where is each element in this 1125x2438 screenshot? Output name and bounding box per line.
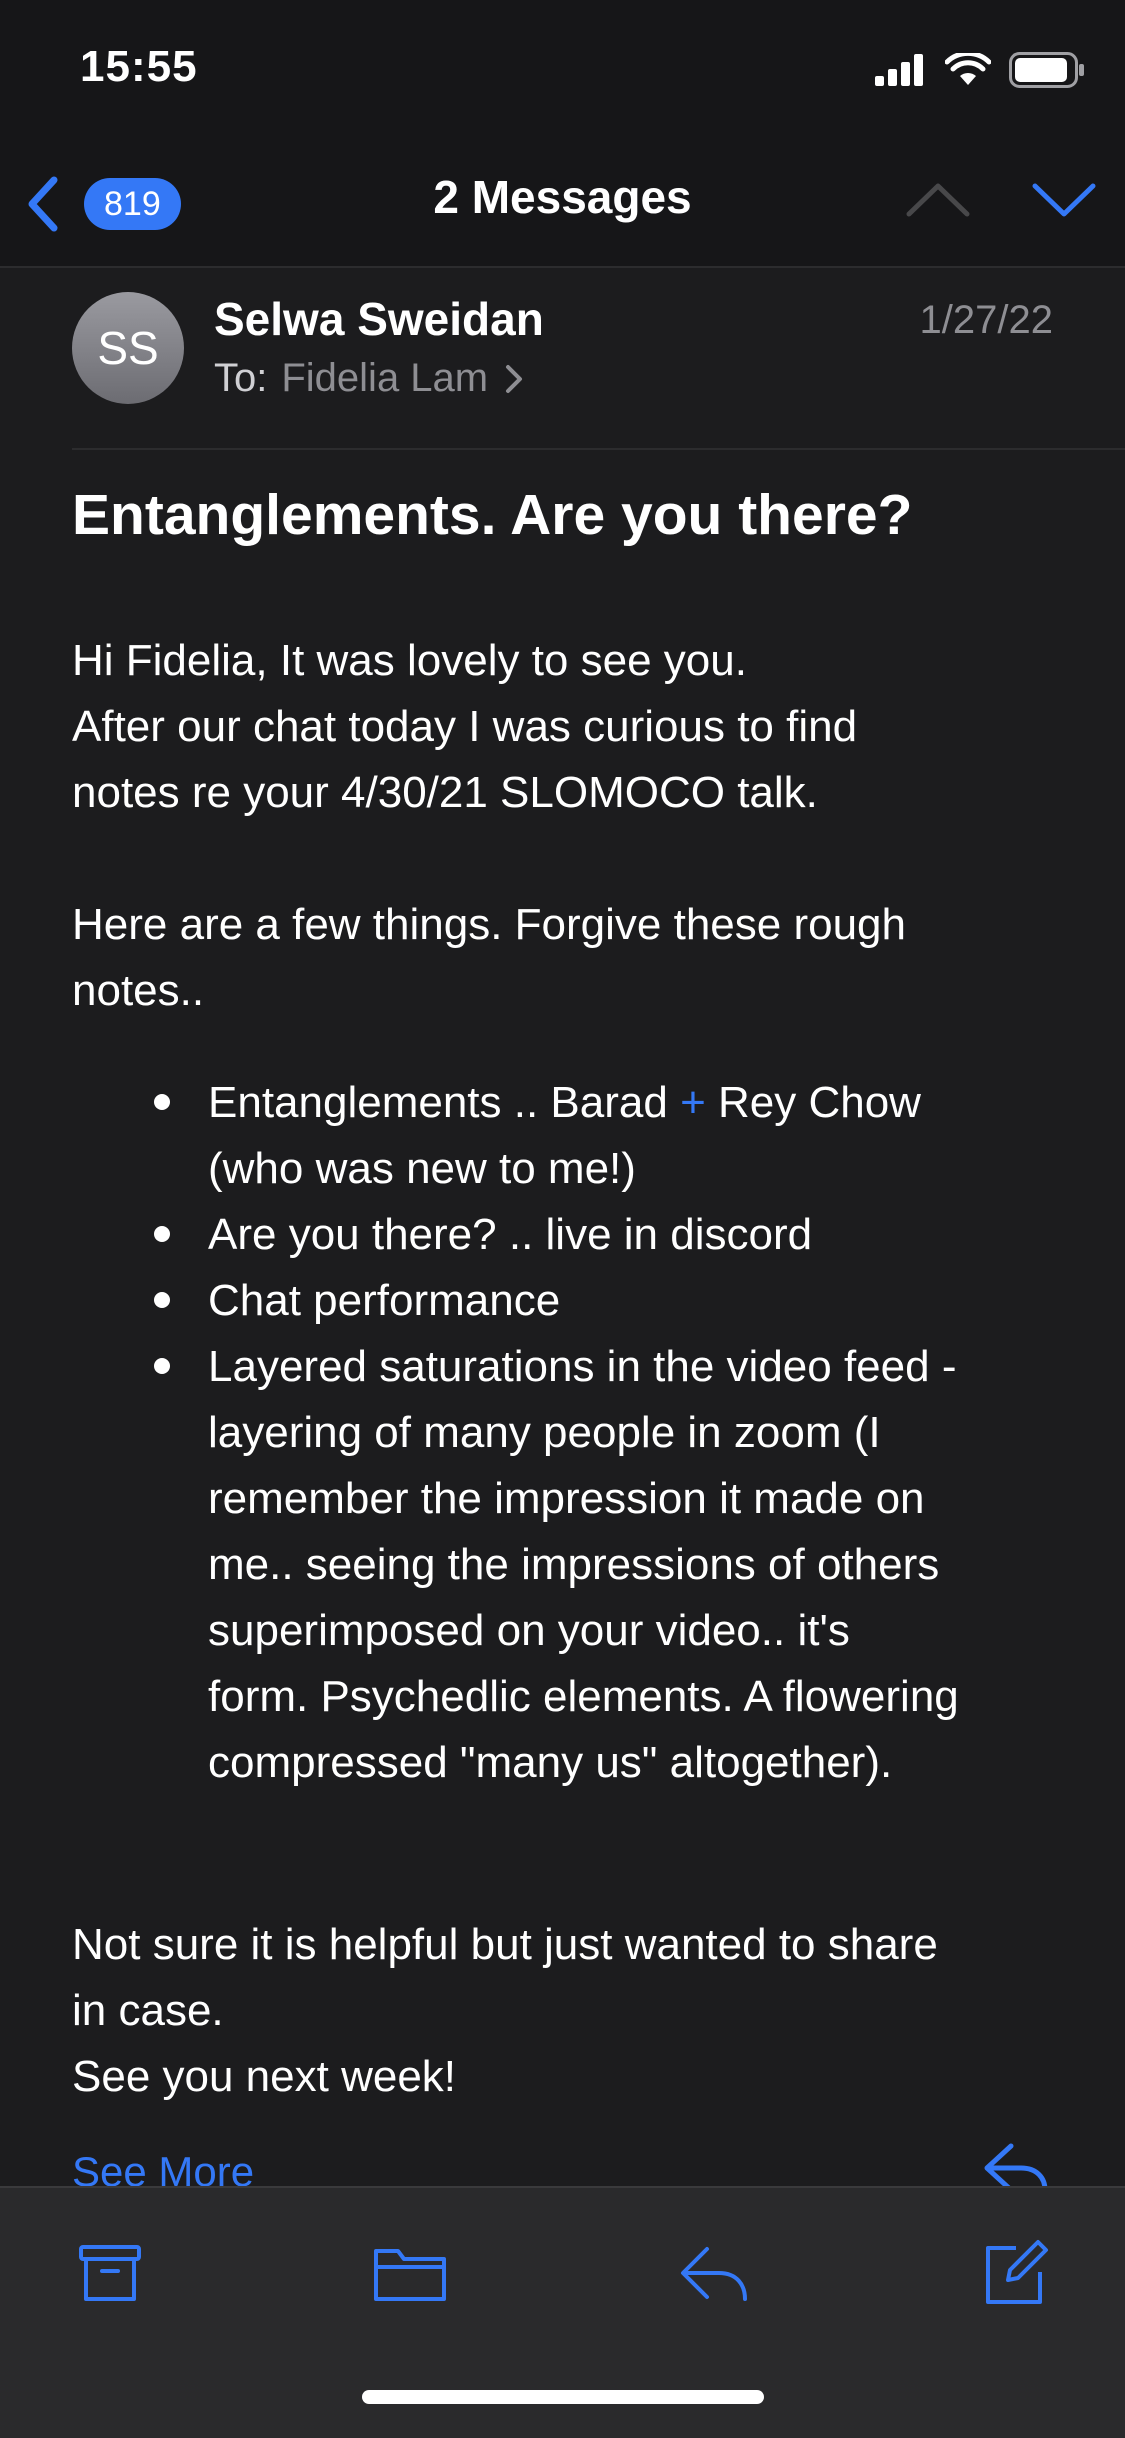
to-label: To:	[214, 356, 268, 400]
body-line: in case.	[72, 1986, 224, 2035]
list-item: Entanglements .. Barad + Rey Chow (who w…	[154, 1070, 1125, 1202]
compose-icon	[986, 2240, 1048, 2304]
message-header: SS Selwa Sweidan To: Fidelia Lam 1/27/22	[0, 268, 1125, 448]
message-body-paragraph: Here are a few things. Forgive these rou…	[72, 892, 1062, 1024]
signal-icon	[875, 54, 923, 86]
body-line: Hi Fidelia, It was lovely to see you.	[72, 636, 747, 685]
list-item: Chat performance	[154, 1268, 1125, 1334]
move-to-folder-button[interactable]	[370, 2238, 450, 2308]
reply-button[interactable]	[674, 2238, 754, 2308]
list-item-line: remember the impression it made on	[208, 1474, 925, 1523]
notes-list: Entanglements .. Barad + Rey Chow (who w…	[72, 1070, 1125, 1796]
reply-icon[interactable]	[981, 2140, 1051, 2190]
recipient-line[interactable]: To: Fidelia Lam	[214, 356, 528, 401]
message-subject: Entanglements. Are you there?	[72, 483, 913, 547]
archive-icon	[79, 2245, 141, 2301]
chevron-down-icon[interactable]	[1031, 170, 1097, 230]
list-item-line: compressed "many us" altogether).	[208, 1738, 893, 1787]
body-line: After our chat today I was curious to fi…	[72, 702, 858, 751]
header-divider	[72, 448, 1125, 450]
list-item-line: Layered saturations in the video feed -	[208, 1342, 957, 1391]
list-item: Layered saturations in the video feed - …	[154, 1334, 1125, 1796]
message-closing: Not sure it is helpful but just wanted t…	[72, 1912, 1062, 2110]
archive-button[interactable]	[70, 2238, 150, 2308]
reply-icon	[681, 2247, 747, 2301]
list-item-text: Entanglements .. Barad	[208, 1078, 681, 1127]
list-item-line: form. Psychedlic elements. A flowering	[208, 1672, 959, 1721]
folder-icon	[374, 2249, 446, 2301]
body-line: notes..	[72, 966, 205, 1015]
list-item-line: me.. seeing the impressions of others	[208, 1540, 940, 1589]
recipient-name[interactable]: Fidelia Lam	[281, 356, 488, 401]
list-item-text: (who was new to me!)	[208, 1144, 636, 1193]
message-body-intro: Hi Fidelia, It was lovely to see you. Af…	[72, 628, 1062, 826]
wifi-icon	[945, 53, 991, 85]
compose-button[interactable]	[975, 2238, 1055, 2308]
status-icons	[875, 50, 1085, 90]
body-line: See you next week!	[72, 2052, 457, 2101]
body-line: notes re your 4/30/21 SLOMOCO talk.	[72, 768, 818, 817]
body-line: Here are a few things. Forgive these rou…	[72, 900, 907, 949]
navigation-bar: 819 2 Messages	[0, 140, 1125, 268]
chevron-up-icon[interactable]	[905, 170, 971, 230]
body-line: Not sure it is helpful but just wanted t…	[72, 1920, 938, 1969]
battery-icon	[1009, 52, 1084, 88]
home-indicator[interactable]	[362, 2390, 764, 2404]
status-bar: 15:55	[0, 0, 1125, 140]
plus-sign: +	[680, 1078, 706, 1127]
list-item-text: Rey Chow	[705, 1078, 921, 1127]
message-navigation	[905, 170, 1097, 230]
avatar[interactable]: SS	[72, 292, 184, 404]
status-time: 15:55	[80, 42, 198, 91]
list-item: Are you there? .. live in discord	[154, 1202, 1125, 1268]
chevron-right-icon	[506, 364, 523, 393]
message-date: 1/27/22	[919, 298, 1053, 342]
sender-name[interactable]: Selwa Sweidan	[214, 292, 544, 346]
list-item-line: layering of many people in zoom (I	[208, 1408, 881, 1457]
list-item-line: superimposed on your video.. it's	[208, 1606, 850, 1655]
